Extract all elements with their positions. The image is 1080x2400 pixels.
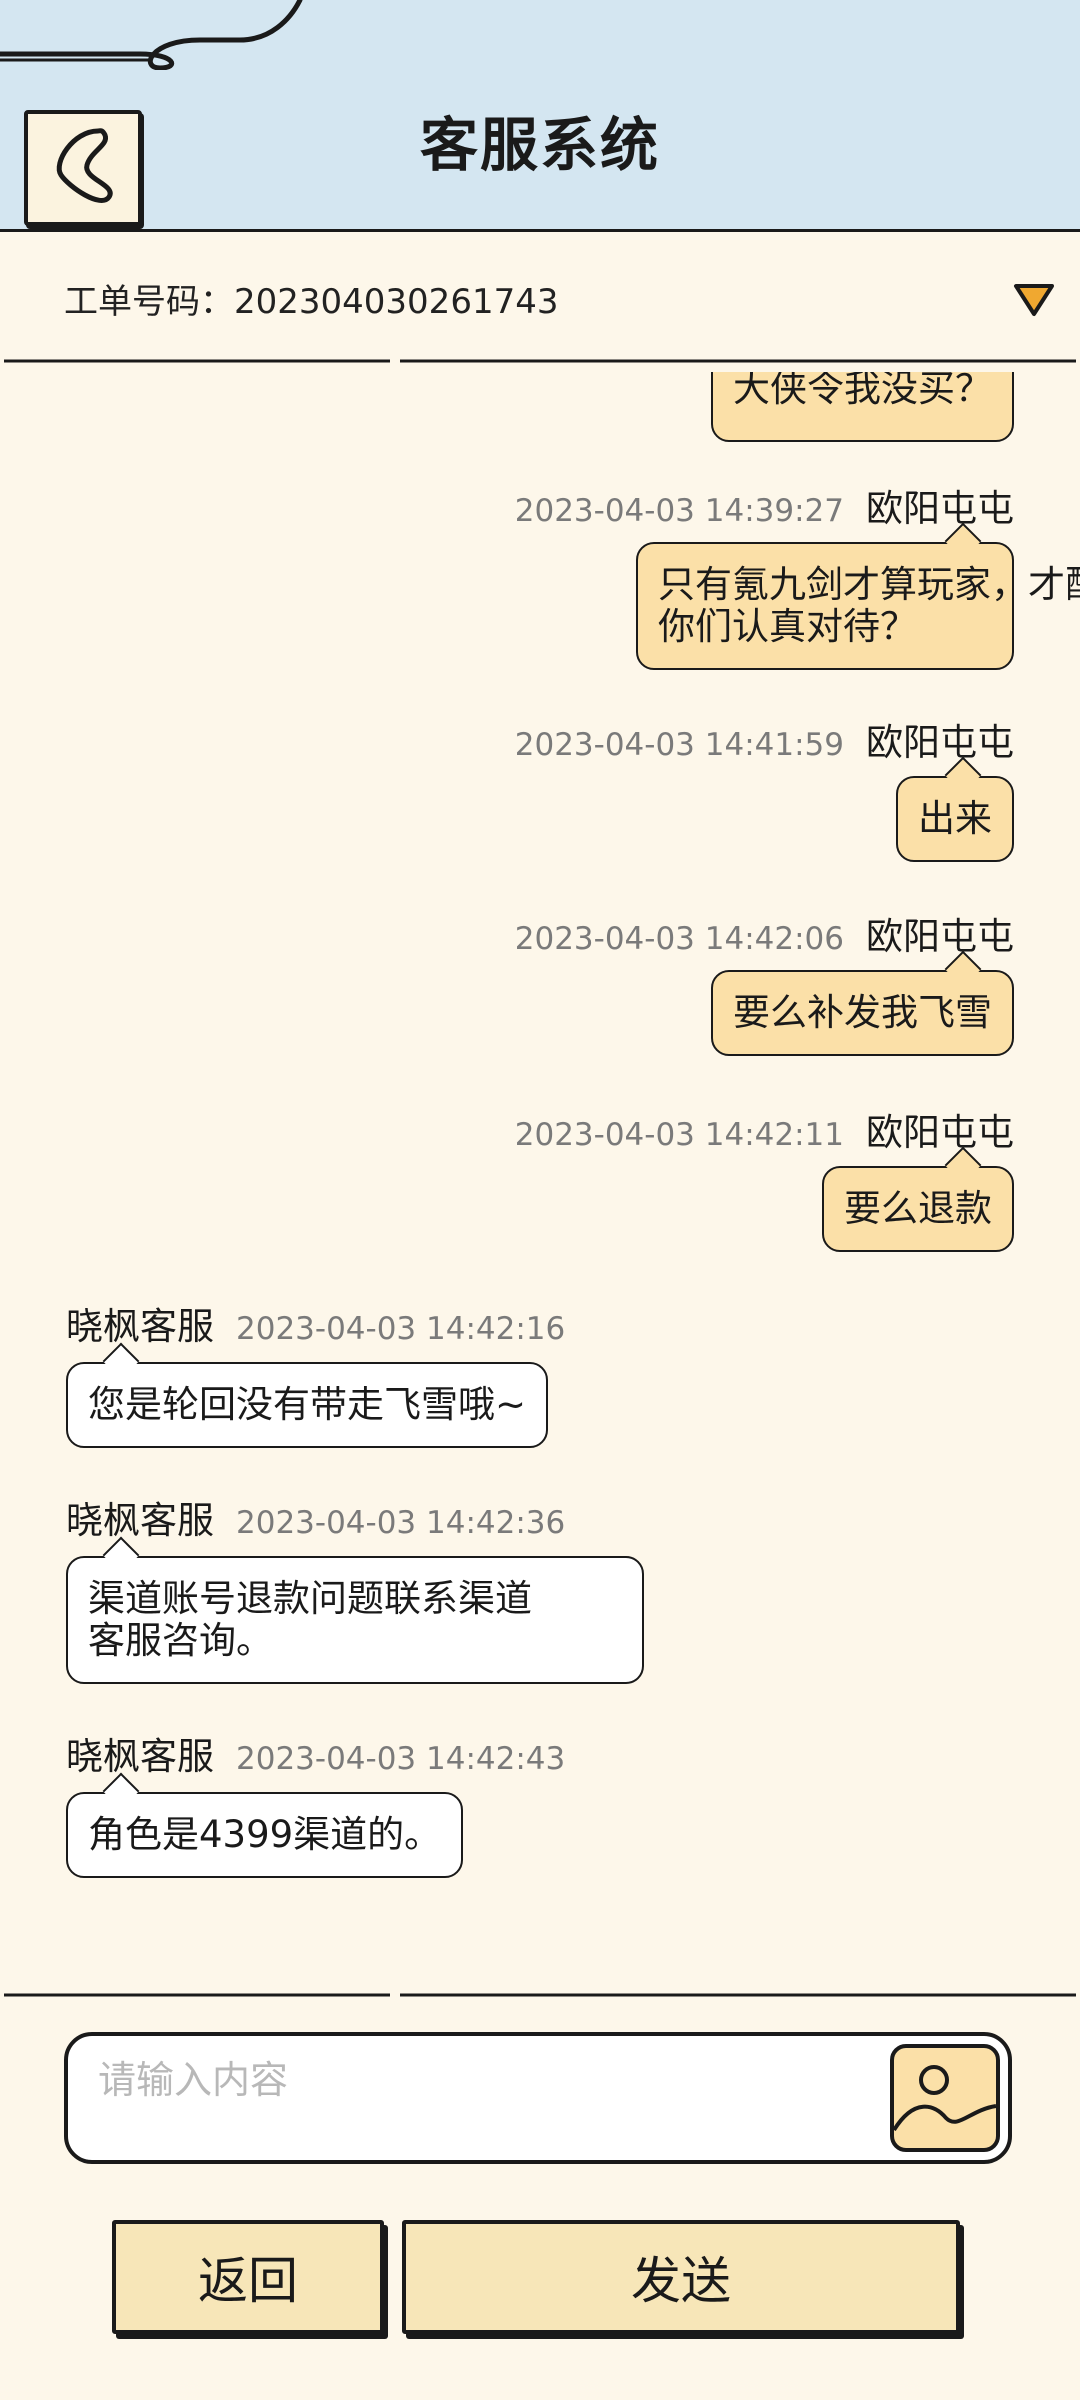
message-bubble: 要么退款	[822, 1146, 1014, 1252]
decorative-cloud-swirl	[0, 0, 303, 70]
message-meta: 2023-04-03 14:42:11 欧阳屯屯	[515, 1102, 1014, 1156]
message-time: 2023-04-03 14:42:36	[236, 1505, 566, 1541]
message-text-line: 你们认真对待？	[658, 605, 917, 648]
message-time: 2023-04-03 14:42:43	[236, 1741, 566, 1777]
message-input[interactable]	[98, 2050, 898, 2110]
message-bubble: 只有氪九剑才算玩家，才配 你们认真对待？	[636, 522, 1080, 670]
message-bubble: 大侠令我没买？	[711, 372, 1014, 442]
sender-name: 欧阳屯屯	[866, 1111, 1014, 1154]
image-icon[interactable]	[888, 2042, 1002, 2154]
message-bubble: 要么补发我飞雪	[711, 950, 1014, 1056]
message-text-line: 渠道账号退款问题联系渠道	[88, 1577, 532, 1620]
page-title: 客服系统	[419, 111, 660, 179]
triangle-down-icon[interactable]	[1012, 280, 1056, 318]
message-text: 大侠令我没买？	[733, 372, 992, 410]
send-button[interactable]: 发送	[402, 2220, 960, 2334]
message-bubble: 角色是4399渠道的。	[66, 1772, 464, 1878]
chat-message-list[interactable]: 大侠令我没买？ 2023-04-03 14:39:27 欧阳屯屯 只有氪九剑才算…	[0, 372, 1080, 1988]
message-meta: 2023-04-03 14:42:06 欧阳屯屯	[515, 906, 1014, 960]
divider-bottom	[4, 1993, 1076, 1997]
message-bubble: 您是轮回没有带走飞雪哦~	[66, 1342, 549, 1448]
message-time: 2023-04-03 14:41:59	[514, 727, 844, 763]
sender-name: 欧阳屯屯	[866, 721, 1014, 764]
sender-name: 欧阳屯屯	[866, 915, 1014, 958]
message-text: 要么退款	[844, 1187, 992, 1230]
message-bubble: 渠道账号退款问题联系渠道 客服咨询。	[66, 1536, 644, 1684]
message-meta: 晓枫客服 2023-04-03 14:42:36	[66, 1490, 565, 1544]
message-text: 您是轮回没有带走飞雪哦~	[88, 1383, 527, 1426]
return-button[interactable]: 返回	[112, 2220, 384, 2334]
message-bubble: 出来	[896, 756, 1014, 862]
message-text-line: 客服咨询。	[88, 1619, 273, 1662]
message-time: 2023-04-03 14:42:06	[514, 921, 844, 957]
message-text: 角色是4399渠道的。	[88, 1813, 442, 1856]
message-time: 2023-04-03 14:42:16	[236, 1311, 566, 1347]
ticket-number-label: 工单号码：202304030261743	[64, 282, 559, 322]
header-bar: 客服系统	[0, 0, 1080, 232]
message-time: 2023-04-03 14:42:11	[514, 1117, 844, 1153]
message-meta: 2023-04-03 14:41:59 欧阳屯屯	[515, 712, 1014, 766]
message-text: 要么补发我飞雪	[733, 991, 992, 1034]
sender-name: 晓枫客服	[66, 1499, 214, 1542]
sender-name: 晓枫客服	[66, 1305, 214, 1348]
divider-top	[4, 359, 1076, 363]
message-meta: 晓枫客服 2023-04-03 14:42:43	[66, 1726, 565, 1780]
sender-name: 晓枫客服	[66, 1735, 214, 1778]
message-text-line: 只有氪九剑才算玩家，才配	[658, 563, 1080, 606]
message-time: 2023-04-03 14:39:27	[514, 493, 844, 529]
message-input-container	[64, 2032, 1012, 2164]
message-text: 出来	[918, 797, 992, 840]
message-meta: 晓枫客服 2023-04-03 14:42:16	[66, 1296, 565, 1350]
ticket-bar[interactable]: 工单号码：202304030261743	[0, 232, 1080, 364]
sender-name: 欧阳屯屯	[866, 487, 1014, 530]
message-meta: 2023-04-03 14:39:27 欧阳屯屯	[515, 478, 1014, 532]
